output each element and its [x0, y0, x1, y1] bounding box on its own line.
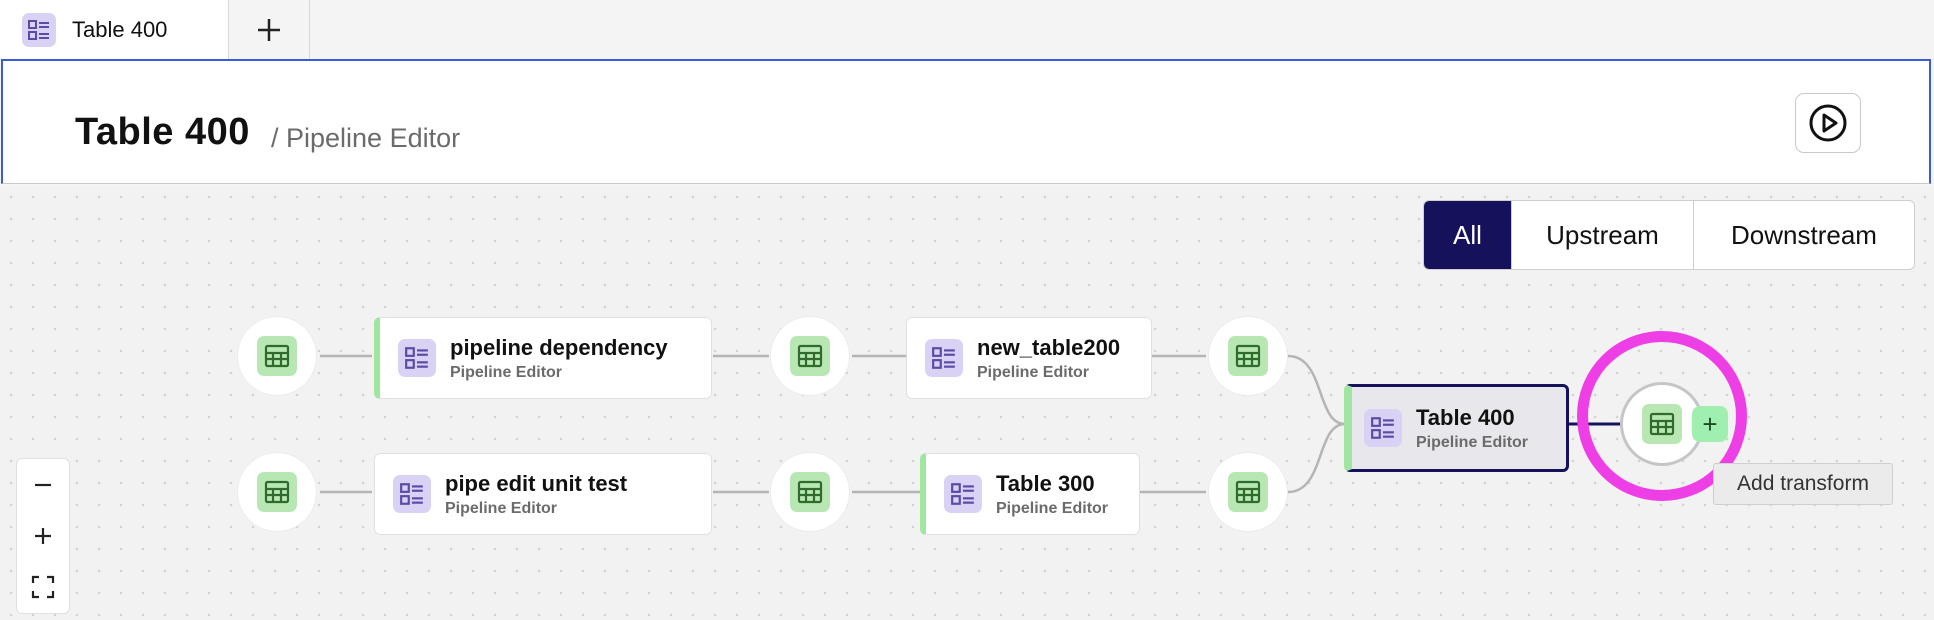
node-type: Pipeline Editor — [1416, 433, 1529, 451]
node-name: Table 400 — [1416, 404, 1515, 430]
dataset-node[interactable] — [1209, 453, 1287, 531]
pipeline-node-table-400[interactable]: Table 400 Pipeline Editor — [1344, 384, 1569, 472]
filter-downstream-button[interactable]: Downstream — [1694, 201, 1914, 269]
add-transform-button[interactable]: + — [1692, 406, 1728, 442]
table-icon — [257, 336, 297, 376]
node-name: Table 300 — [996, 470, 1095, 496]
pipeline-node-table-300[interactable]: Table 300 Pipeline Editor — [920, 453, 1140, 535]
pipeline-icon — [1364, 409, 1402, 447]
pipeline-icon — [944, 475, 982, 513]
pipeline-node-pipeline-dependency[interactable]: pipeline dependency Pipeline Editor — [374, 317, 712, 399]
pipeline-node-pipe-edit-unit-test[interactable]: pipe edit unit test Pipeline Editor — [374, 453, 712, 535]
table-icon — [790, 336, 830, 376]
zoom-out-button[interactable] — [17, 459, 69, 510]
node-type: Pipeline Editor — [445, 499, 558, 517]
filter-all-button[interactable]: All — [1424, 201, 1512, 269]
table-icon — [257, 472, 297, 512]
pipeline-icon — [398, 339, 436, 377]
plus-icon — [35, 527, 51, 544]
filter-upstream-button[interactable]: Upstream — [1512, 201, 1694, 269]
fit-view-button[interactable] — [17, 561, 69, 612]
pipeline-icon — [925, 339, 963, 377]
dataset-node[interactable] — [238, 453, 316, 531]
dataset-node[interactable] — [771, 317, 849, 395]
pipeline-node-new-table200[interactable]: new_table200 Pipeline Editor — [906, 317, 1152, 399]
minus-icon — [35, 483, 51, 486]
pipeline-icon — [393, 475, 431, 513]
plus-icon: + — [1702, 408, 1718, 439]
zoom-in-button[interactable] — [17, 510, 69, 561]
node-type: Pipeline Editor — [977, 363, 1090, 381]
dataset-node[interactable] — [1209, 317, 1287, 395]
table-icon — [790, 472, 830, 512]
add-transform-tooltip: Add transform — [1713, 463, 1893, 505]
table-icon — [1228, 336, 1268, 376]
dataset-node[interactable] — [771, 453, 849, 531]
node-type: Pipeline Editor — [996, 499, 1109, 517]
fullscreen-icon — [31, 575, 55, 598]
node-type: Pipeline Editor — [450, 363, 563, 381]
zoom-controls — [16, 458, 70, 614]
dataset-node[interactable] — [238, 317, 316, 395]
node-name: pipe edit unit test — [445, 470, 628, 496]
node-name: pipeline dependency — [450, 334, 668, 360]
node-name: new_table200 — [977, 334, 1121, 360]
lineage-filter: All Upstream Downstream — [1423, 200, 1915, 270]
table-icon — [1228, 472, 1268, 512]
